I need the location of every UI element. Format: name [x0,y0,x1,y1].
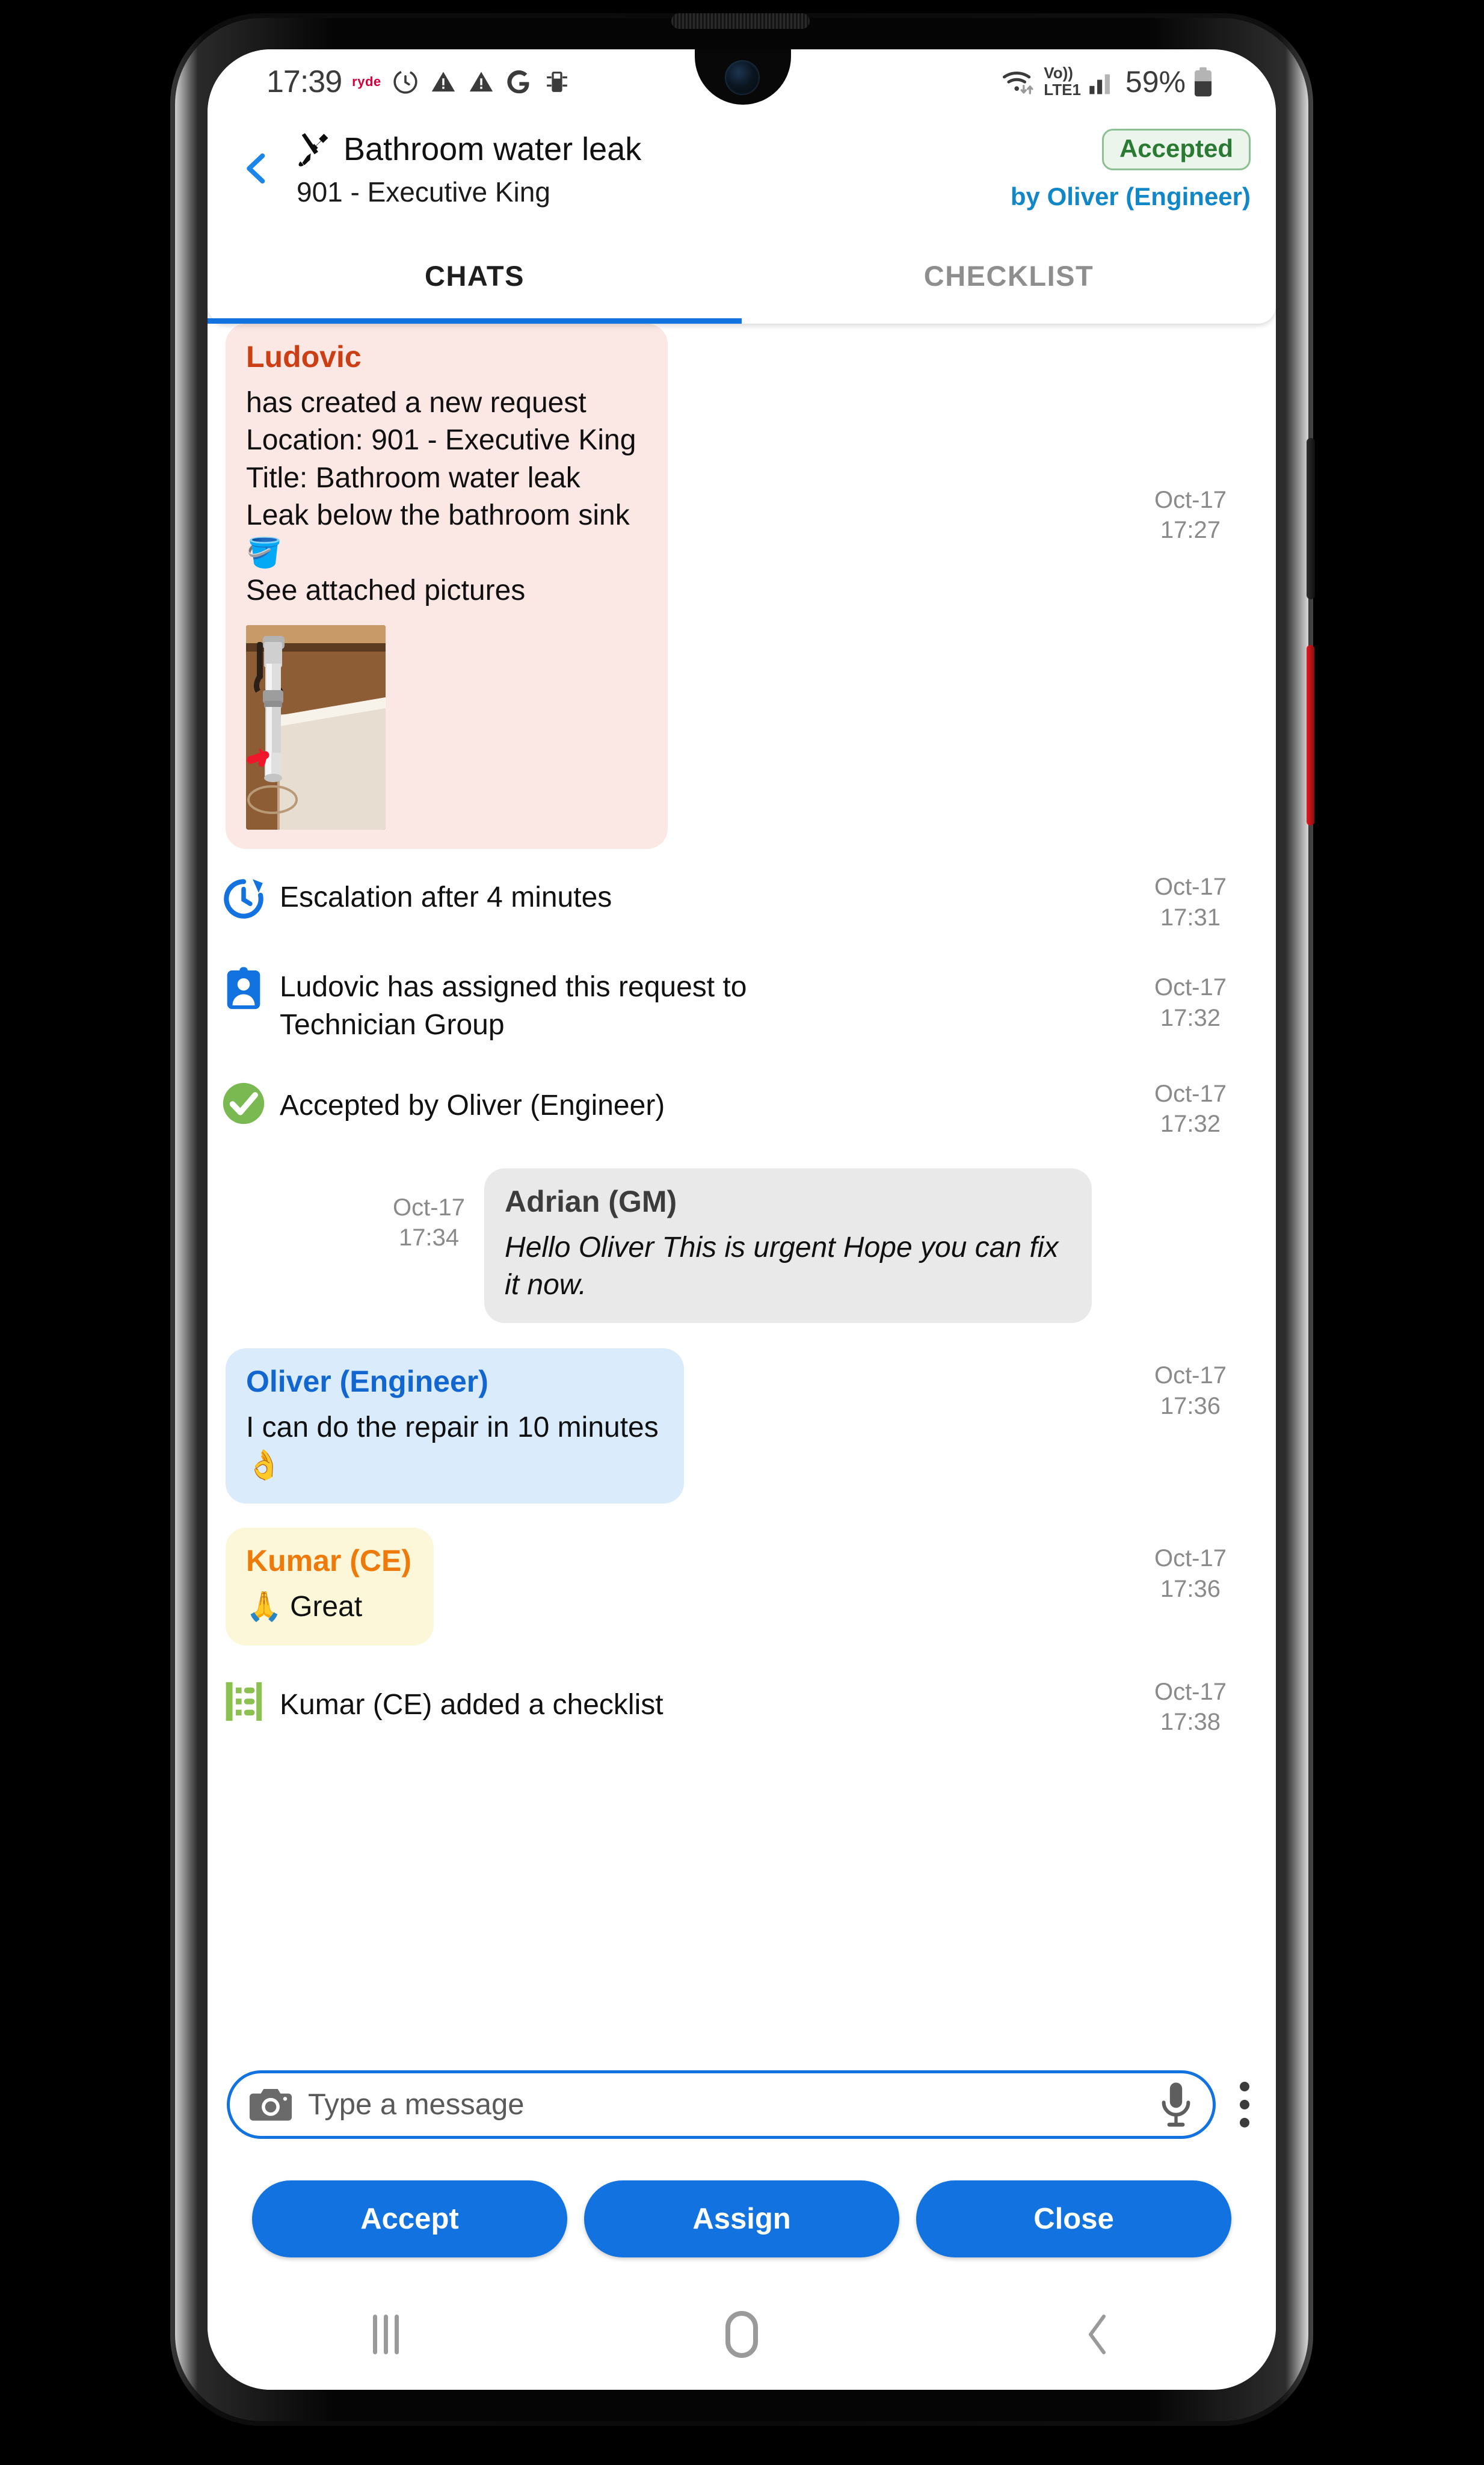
message-input[interactable]: Type a message [308,2088,1160,2121]
battery-percent: 59% [1125,65,1186,99]
message-line: See attached pictures [246,574,526,606]
chat-event-assigned: Ludovic has assigned this request to Tec… [208,964,1276,1044]
chat-message-ludovic: Ludovic has created a new request Locati… [208,324,1276,850]
message-sender: Oliver (Engineer) [246,1365,488,1399]
google-g-icon [507,70,529,94]
message-timestamp: Oct-17 17:34 [393,1194,466,1251]
checklist-icon [226,1682,262,1721]
event-text: Kumar (CE) added a checklist [280,1688,663,1721]
event-timestamp: Oct-17 17:38 [1154,1678,1227,1736]
assignee-label[interactable]: by Oliver (Engineer) [1011,182,1251,211]
back-icon [1089,2315,1106,2354]
message-line: has created a new request [246,387,587,419]
header-title-block: Bathroom water leak 901 - Executive King [295,130,641,208]
message-text: 🙏 Great [246,1591,363,1623]
assign-button[interactable]: Assign [584,2180,899,2257]
message-text: I can do the repair in 10 minutes 👌 [246,1411,659,1481]
nav-back-button[interactable] [920,2312,1276,2357]
clock-refresh-icon [224,879,263,919]
tab-bar: CHATS CHECKLIST [208,227,1276,324]
event-text: Accepted by Oliver (Engineer) [280,1089,665,1121]
message-bubble[interactable]: Adrian (GM) Hello Oliver This is urgent … [484,1168,1092,1324]
sink-pipe-photo[interactable] [246,625,386,830]
chat-message-list[interactable]: Ludovic has created a new request Locati… [208,324,1276,2050]
message-bubble[interactable]: Kumar (CE) 🙏 Great [226,1528,434,1646]
sd-card-icon [546,72,567,92]
ryde-logo: ryde [352,74,381,89]
message-sender: Ludovic [246,340,362,374]
earpiece-speaker [671,13,810,29]
wifi-icon [1003,72,1033,94]
message-text: Hello Oliver This is urgent Hope you can… [505,1231,1059,1301]
message-input-pill[interactable]: Type a message [227,2070,1216,2139]
assign-badge-icon [227,967,260,1010]
chat-event-checklist: Kumar (CE) added a checklist Oct-17 17:3… [208,1677,1276,1738]
home-icon [725,2311,758,2358]
message-line: Leak below the bathroom sink 🪣 [246,499,630,569]
tab-chats[interactable]: CHATS [208,227,742,324]
message-sender: Adrian (GM) [505,1184,677,1218]
tab-checklist[interactable]: CHECKLIST [742,227,1276,324]
message-line: Title: Bathroom water leak [246,461,580,494]
close-button[interactable]: Close [916,2180,1231,2257]
header-subtitle: 901 - Executive King [297,176,550,208]
warning-triangle-icon [469,72,493,92]
kebab-dot [1240,2118,1249,2127]
sync-icon [393,70,417,94]
microphone-icon[interactable] [1160,2081,1192,2128]
chat-message-oliver: Oliver (Engineer) I can do the repair in… [208,1348,1276,1504]
message-bubble[interactable]: Ludovic has created a new request Locati… [226,324,668,850]
event-timestamp: Oct-17 17:31 [1154,874,1227,931]
message-timestamp: Oct-17 17:27 [1154,487,1227,544]
event-timestamp: Oct-17 17:32 [1154,1080,1227,1138]
volume-button[interactable] [1307,438,1315,599]
chat-message-kumar: Kumar (CE) 🙏 Great Oct-17 17:36 [208,1528,1276,1646]
chat-event-accepted: Accepted by Oliver (Engineer) Oct-17 17:… [208,1079,1276,1140]
signal-bars-icon [1089,74,1110,94]
status-bar-right: Vo)) LTE1 59% [1002,64,1276,99]
status-bar-left: 17:39 ryde [208,64,571,100]
phone-screen: 17:39 ryde Vo)) LTE1 59% Bathroom water … [208,49,1276,2390]
back-chevron-icon[interactable] [240,152,274,185]
tools-icon [298,133,328,167]
status-clock: 17:39 [266,64,342,99]
kebab-dot [1240,2100,1249,2109]
action-button-bar: Accept Assign Close [208,2159,1276,2279]
recents-icon [372,2315,399,2354]
message-line: Location: 901 - Executive King [246,424,636,457]
volte-lte1-icon: Vo)) LTE1 [1044,63,1081,99]
event-text: Escalation after 4 minutes [280,881,612,914]
camera-icon[interactable] [248,2086,294,2123]
android-nav-bar [208,2279,1276,2390]
warning-triangle-icon [431,72,455,92]
nav-recents-button[interactable] [208,2315,564,2354]
page-title: Bathroom water leak [343,131,642,167]
chat-event-escalation: Escalation after 4 minutes Oct-17 17:31 [208,872,1276,933]
check-circle-icon [223,1082,265,1125]
message-timestamp: Oct-17 17:36 [1154,1362,1227,1419]
kebab-dot [1240,2082,1249,2091]
message-composer: Type a message [208,2050,1276,2159]
app-header: Bathroom water leak 901 - Executive King… [208,114,1276,324]
power-button[interactable] [1307,645,1314,825]
overflow-menu-button[interactable] [1216,2070,1273,2139]
status-badge: Accepted [1101,129,1251,170]
message-timestamp: Oct-17 17:36 [1154,1545,1227,1602]
message-sender: Kumar (CE) [246,1544,412,1578]
nav-home-button[interactable] [564,2311,920,2358]
event-timestamp: Oct-17 17:32 [1154,974,1227,1031]
message-bubble[interactable]: Oliver (Engineer) I can do the repair in… [226,1348,684,1504]
accept-button[interactable]: Accept [252,2180,567,2257]
event-text: Ludovic has assigned this request to Tec… [280,971,747,1041]
header-right-block: Accepted by Oliver (Engineer) [1011,129,1251,211]
battery-icon [1194,67,1212,97]
front-camera-lens [725,60,760,95]
chat-message-adrian: Oct-17 17:34 Adrian (GM) Hello Oliver Th… [208,1168,1276,1324]
